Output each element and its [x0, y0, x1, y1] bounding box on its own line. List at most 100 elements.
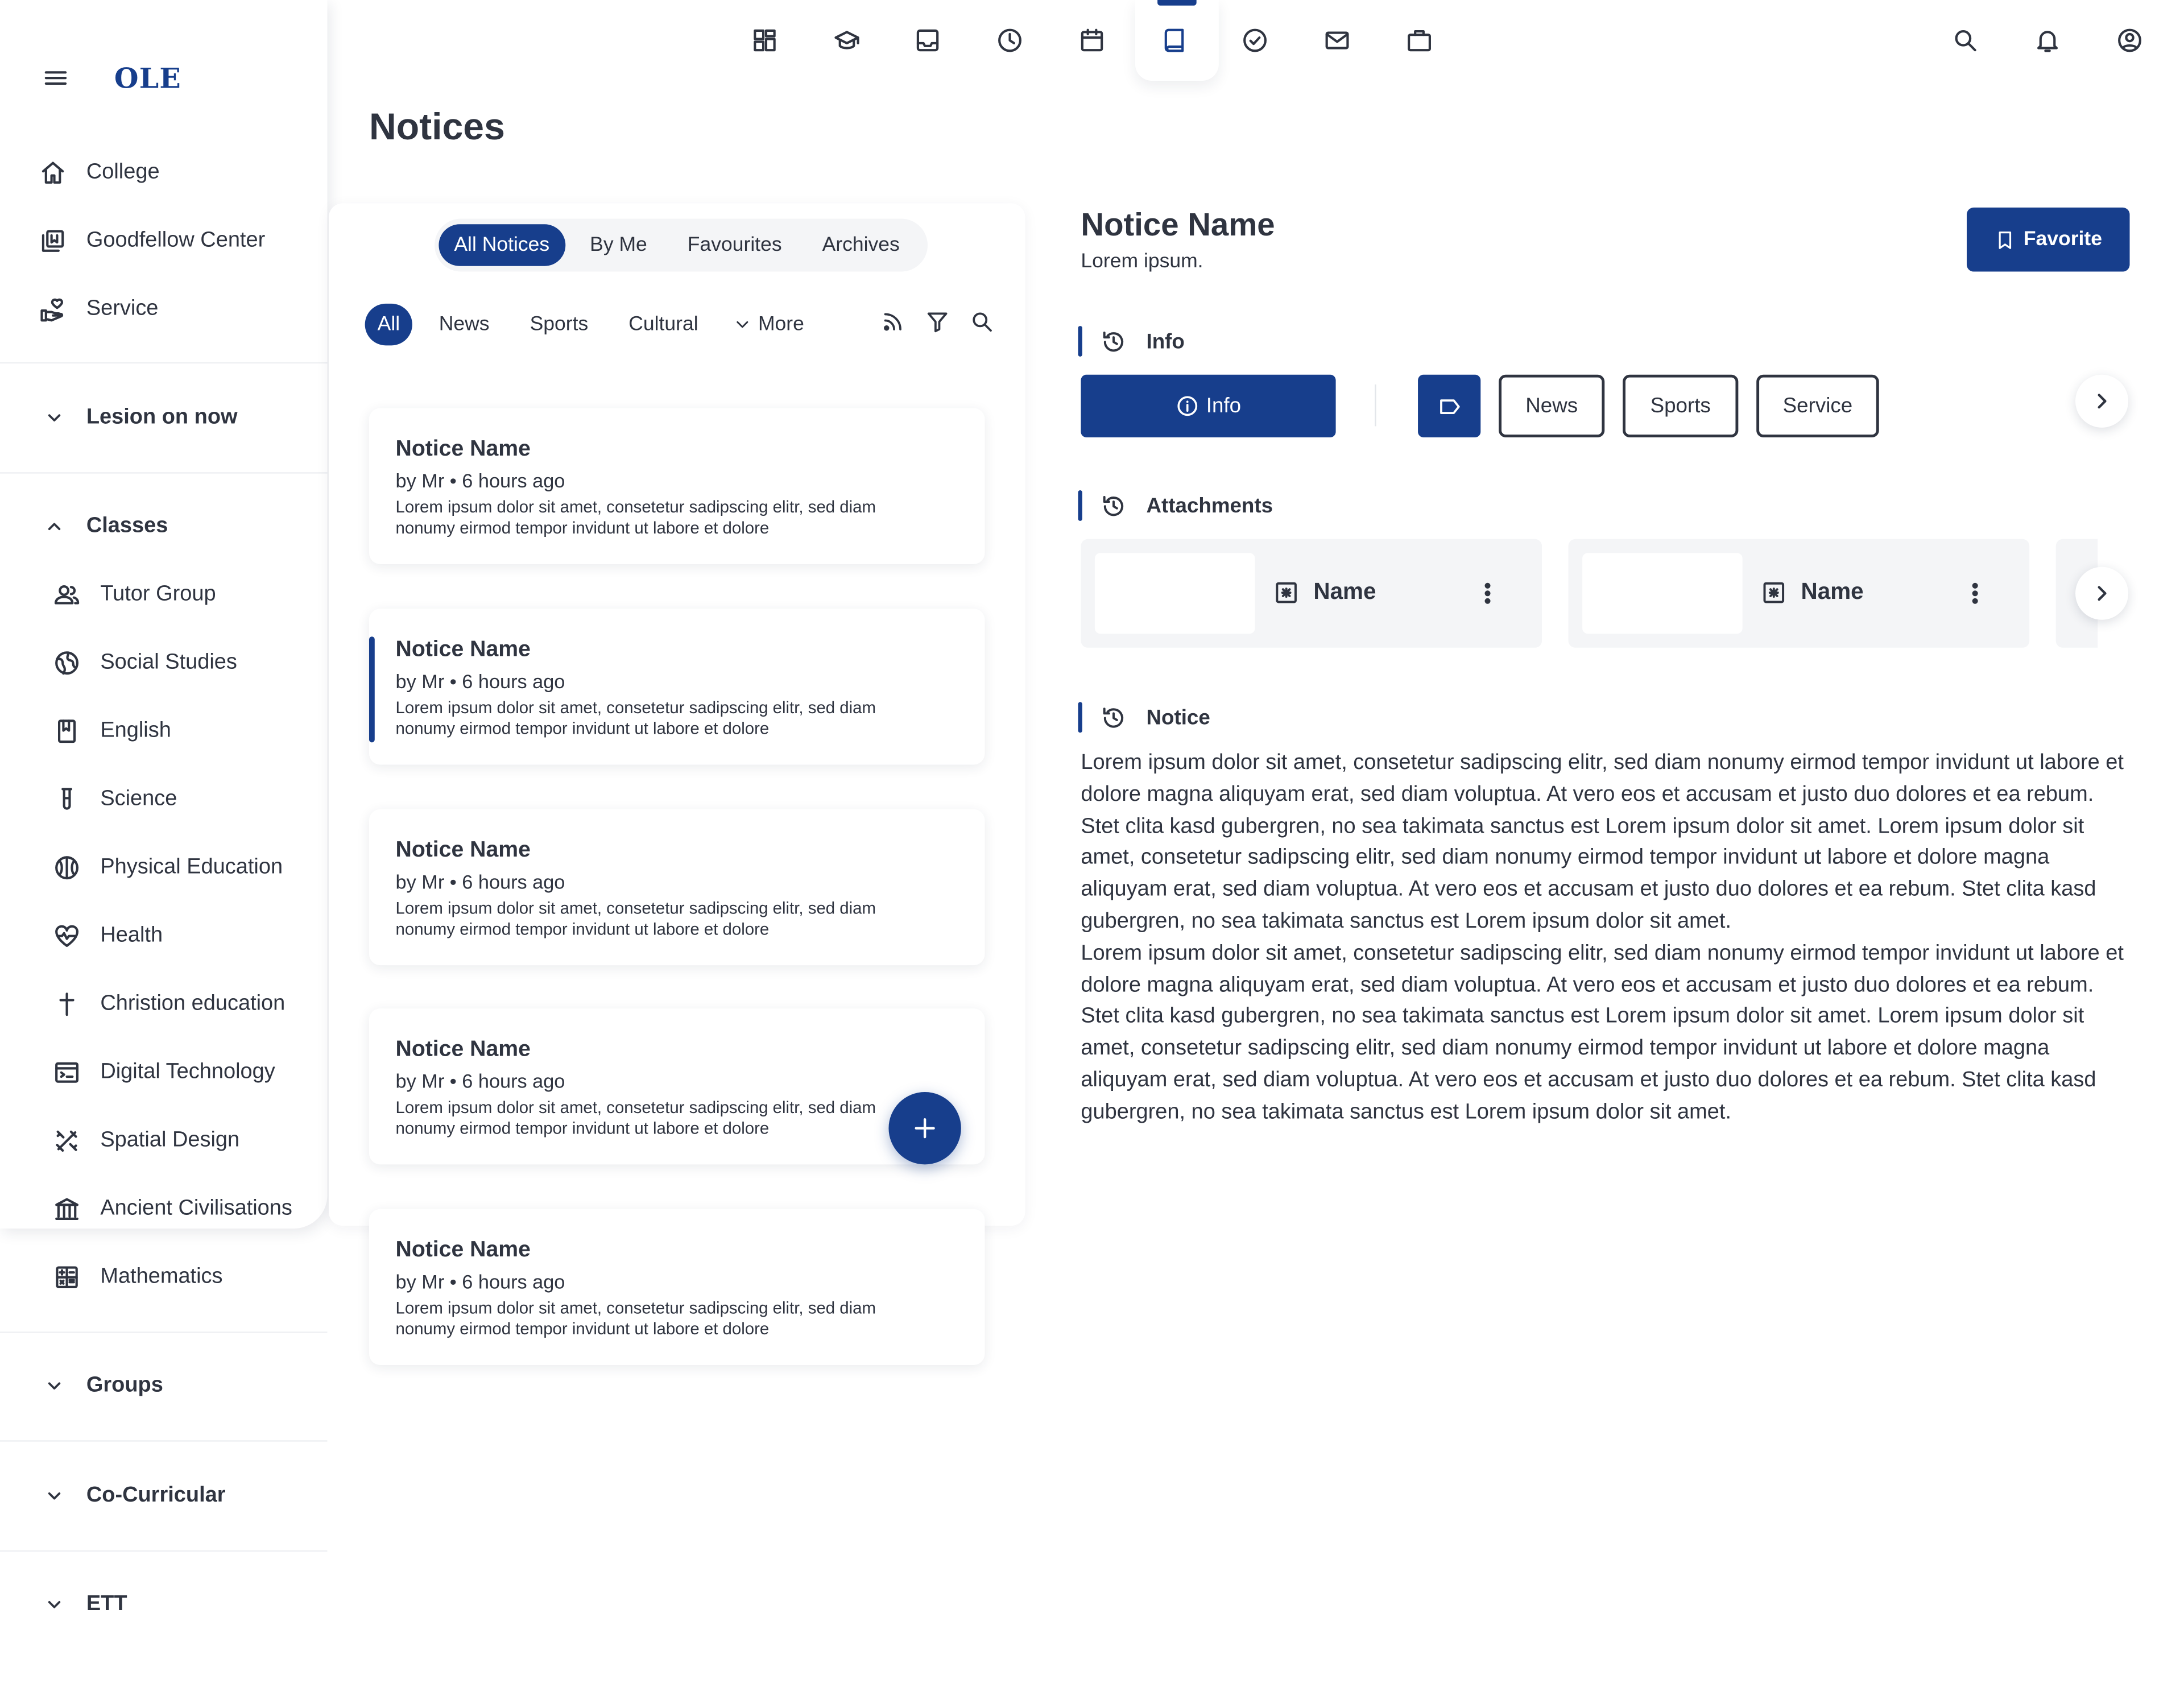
- attachments-section-header: Attachments: [1078, 490, 1273, 521]
- notice-card-meta: by Mr • 6 hours ago: [395, 1270, 565, 1293]
- section-accent-bar: [1078, 326, 1082, 357]
- tab-archives[interactable]: Archives: [807, 224, 915, 266]
- section-ett[interactable]: ETT: [42, 1584, 127, 1626]
- filter-all[interactable]: All: [365, 303, 413, 346]
- topnav-tasks[interactable]: [1234, 19, 1276, 61]
- tag-icon: [1437, 394, 1462, 419]
- attachment-card[interactable]: Name: [1081, 539, 1542, 648]
- more-vert-icon[interactable]: [1474, 580, 1502, 607]
- more-vert-icon[interactable]: [1961, 580, 1989, 607]
- filter-cultural[interactable]: Cultural: [615, 304, 712, 345]
- sidebar-item-label: Tutor Group: [100, 582, 216, 606]
- sidebar-item-label: English: [100, 718, 171, 743]
- topnav-account[interactable]: [2109, 19, 2150, 61]
- topnav-notices[interactable]: [1153, 19, 1195, 61]
- sidebar-item-label: Science: [100, 787, 177, 811]
- topnav-inbox[interactable]: [907, 19, 948, 61]
- sidebar-divider: [0, 1440, 328, 1442]
- chevron-down-icon: [42, 1374, 86, 1399]
- attachment-card[interactable]: Name: [1568, 539, 2030, 648]
- info-button[interactable]: Info: [1081, 374, 1336, 437]
- attachment-thumbnail: [1582, 553, 1743, 634]
- topnav-calendar[interactable]: [1071, 19, 1112, 61]
- sidebar-item-social-studies[interactable]: Social Studies: [53, 642, 237, 684]
- sidebar-item-science[interactable]: Science: [53, 779, 177, 820]
- notice-paragraph: Lorem ipsum dolor sit amet, consetetur s…: [1081, 751, 2124, 933]
- section-classes[interactable]: Classes: [42, 506, 168, 547]
- notice-card[interactable]: Notice Name by Mr • 6 hours ago Lorem ip…: [369, 408, 985, 564]
- notice-card-selected[interactable]: Notice Name by Mr • 6 hours ago Lorem ip…: [369, 609, 985, 765]
- favorite-label: Favorite: [2023, 228, 2103, 251]
- search-icon[interactable]: [970, 309, 1014, 334]
- rss-icon[interactable]: [880, 309, 925, 334]
- notice-card-title: Notice Name: [395, 638, 531, 662]
- tag-button[interactable]: [1418, 374, 1481, 437]
- filter-sports[interactable]: Sports: [516, 304, 602, 345]
- globe-icon: [53, 649, 100, 677]
- notice-section-header: Notice: [1078, 702, 1210, 733]
- ball-icon: [53, 854, 100, 882]
- filter-more-dropdown[interactable]: More: [733, 313, 804, 336]
- topnav-dashboard[interactable]: [744, 19, 785, 61]
- sidebar-item-label: Goodfellow Center: [86, 228, 266, 253]
- sidebar-item-mathematics[interactable]: Mathematics: [53, 1256, 223, 1298]
- tags-next-button[interactable]: [2075, 374, 2129, 428]
- info-icon: [1176, 394, 1206, 418]
- notice-card[interactable]: Notice Name by Mr • 6 hours ago Lorem ip…: [369, 1209, 985, 1366]
- notice-card-title: Notice Name: [395, 437, 531, 461]
- library-icon: [39, 227, 86, 255]
- file-icon: [1273, 580, 1300, 606]
- section-co-curricular[interactable]: Co-Curricular: [42, 1475, 226, 1516]
- attachments-next-button[interactable]: [2075, 566, 2129, 620]
- tag-sports[interactable]: Sports: [1623, 374, 1739, 437]
- favorite-button[interactable]: Favorite: [1966, 207, 2130, 272]
- topnav-search[interactable]: [1945, 19, 1986, 61]
- topnav-history[interactable]: [989, 19, 1031, 61]
- tag-service[interactable]: Service: [1756, 374, 1879, 437]
- sidebar-item-label: College: [86, 160, 160, 184]
- sidebar-item-tutor-group[interactable]: Tutor Group: [53, 574, 216, 615]
- add-notice-button[interactable]: [888, 1092, 961, 1165]
- calculator-icon: [53, 1263, 100, 1291]
- chevron-right-icon: [2091, 582, 2113, 605]
- tab-favourites[interactable]: Favourites: [672, 224, 797, 266]
- topnav-courses[interactable]: [826, 19, 867, 61]
- sidebar-item-service[interactable]: Service: [39, 288, 159, 330]
- sidebar-item-label: Ancient Civilisations: [100, 1196, 292, 1221]
- tag-news[interactable]: News: [1499, 374, 1605, 437]
- hand-heart-icon: [39, 295, 86, 323]
- home-icon: [39, 159, 86, 187]
- tag-divider: [1375, 384, 1376, 427]
- chevron-up-icon: [42, 514, 86, 539]
- tab-by-me[interactable]: By Me: [574, 224, 663, 266]
- notice-card[interactable]: Notice Name by Mr • 6 hours ago Lorem ip…: [369, 809, 985, 966]
- sidebar-item-goodfellow-center[interactable]: Goodfellow Center: [39, 220, 266, 262]
- notice-scope-tabs: All Notices By Me Favourites Archives: [435, 218, 928, 272]
- sidebar-item-college[interactable]: College: [39, 152, 160, 193]
- filter-icon[interactable]: [925, 309, 969, 334]
- menu-icon[interactable]: [42, 64, 69, 92]
- topnav-portfolio[interactable]: [1399, 19, 1440, 61]
- topnav-mail[interactable]: [1316, 19, 1358, 61]
- sidebar-item-physical-education[interactable]: Physical Education: [53, 847, 283, 888]
- sidebar-item-digital-technology[interactable]: Digital Technology: [53, 1052, 275, 1093]
- sidebar-item-spatial-design[interactable]: Spatial Design: [53, 1120, 239, 1161]
- sidebar-item-health[interactable]: Health: [53, 915, 163, 957]
- notice-body: Lorem ipsum dolor sit amet, consetetur s…: [1081, 748, 2133, 1129]
- section-lesion-on-now[interactable]: Lesion on now: [42, 397, 238, 439]
- filter-news[interactable]: News: [425, 304, 503, 345]
- tab-all-notices[interactable]: All Notices: [439, 224, 565, 266]
- sidebar-item-christion-education[interactable]: Christion education: [53, 983, 285, 1025]
- sidebar-divider: [0, 472, 328, 474]
- page-title: Notices: [369, 106, 505, 148]
- notice-card-title: Notice Name: [395, 838, 531, 862]
- section-groups[interactable]: Groups: [42, 1365, 163, 1407]
- sidebar-divider: [0, 362, 328, 364]
- notice-detail-title: Notice Name: [1081, 206, 1275, 243]
- topnav-notifications[interactable]: [2026, 19, 2068, 61]
- sidebar-item-english[interactable]: English: [53, 710, 171, 752]
- app-logo[interactable]: OLE: [114, 61, 181, 95]
- chevron-down-icon: [42, 1483, 86, 1508]
- sidebar-item-ancient-civilisations[interactable]: Ancient Civilisations: [53, 1188, 292, 1230]
- sidebar-item-label: Service: [86, 296, 159, 321]
